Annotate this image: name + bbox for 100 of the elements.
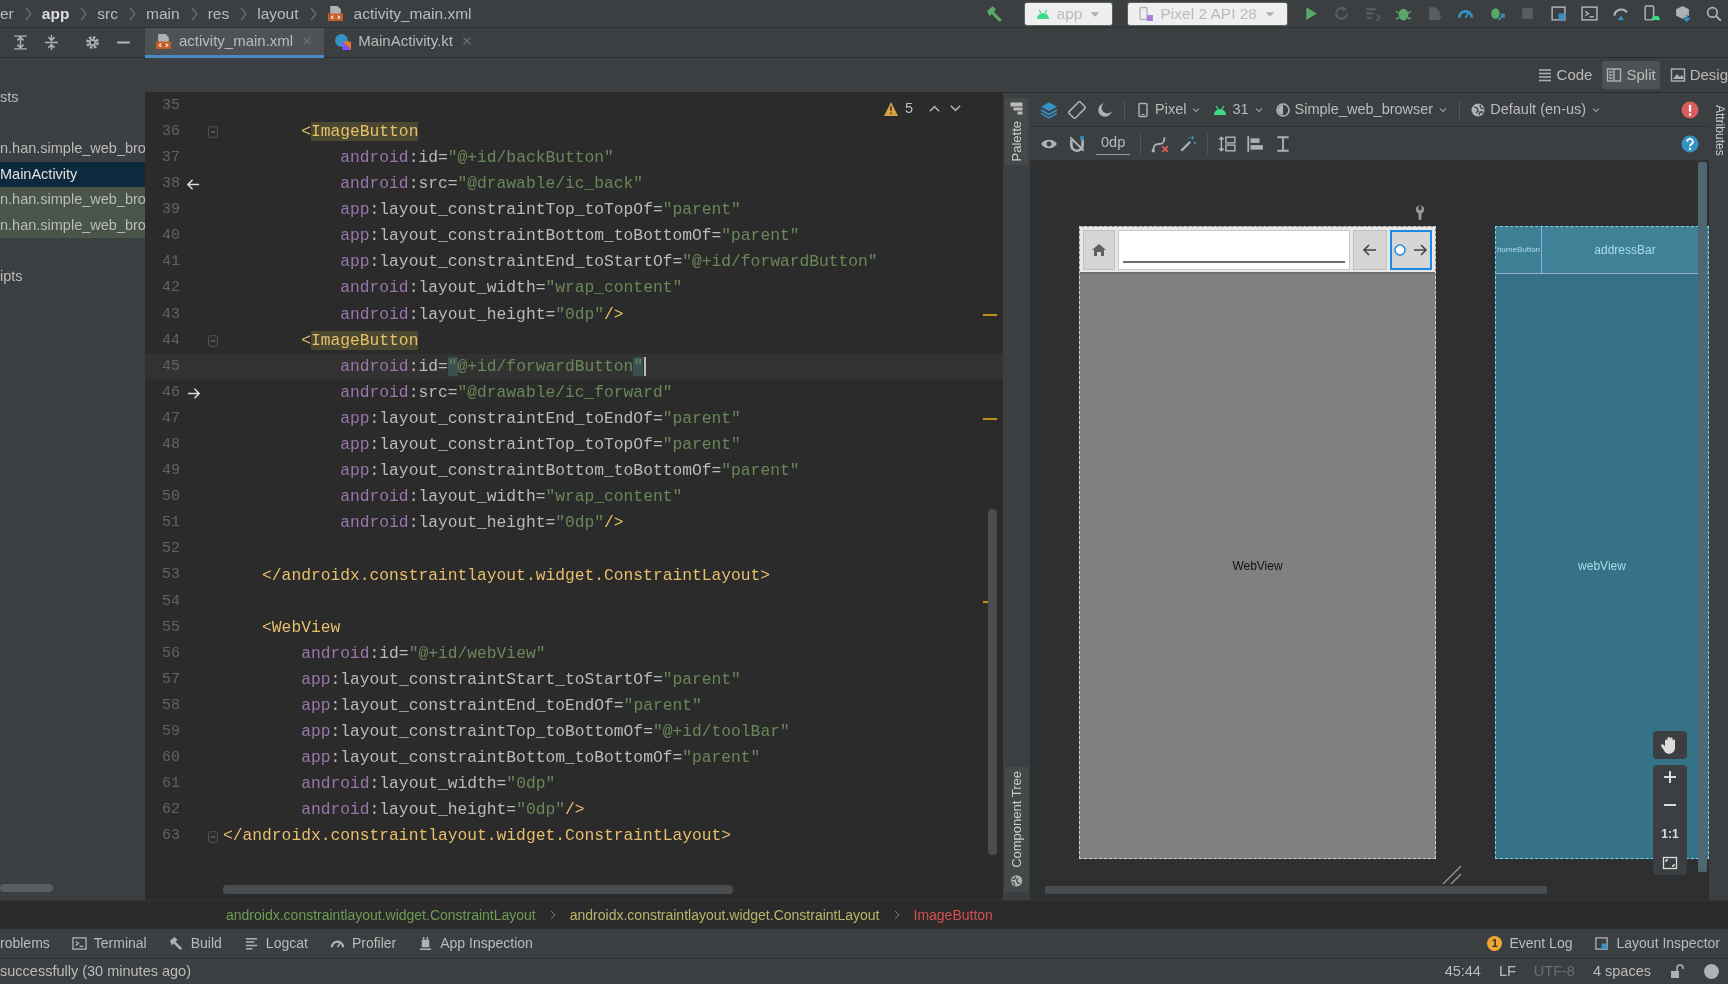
device-manager-icon[interactable]: [1643, 5, 1660, 22]
warning-stripe-mark[interactable]: [983, 418, 997, 421]
tool-window-button[interactable]: Logcat: [243, 933, 308, 954]
code-line: android:id="@+id/backButton": [339, 147, 614, 169]
path-crumb[interactable]: src: [97, 1, 119, 26]
view-mode-button[interactable]: Desig: [1665, 60, 1728, 90]
tool-window-button[interactable]: App Inspection: [418, 933, 533, 954]
sdk-icon[interactable]: [1674, 5, 1691, 22]
sync-icon[interactable]: [1612, 5, 1629, 22]
bug-arrow-icon[interactable]: [1488, 5, 1505, 22]
tree-item[interactable]: MainActivity: [0, 161, 145, 187]
web-view-label: WebView: [1232, 558, 1283, 575]
editor-tab[interactable]: MainActivity.kt: [324, 27, 484, 58]
pack-icon[interactable]: [1218, 134, 1237, 153]
xml-file-icon: [155, 32, 172, 50]
chevron-icon: [549, 910, 556, 920]
zoom-in-icon[interactable]: [1662, 769, 1678, 785]
status-item[interactable]: LF: [1498, 960, 1516, 983]
path-crumb[interactable]: activity_main.xml: [353, 1, 472, 26]
component-crumb[interactable]: androidx.constraintlayout.widget.ConstraintLayout: [569, 904, 880, 926]
line-number: 60: [161, 748, 180, 769]
tool-window-button[interactable]: Profiler: [329, 933, 397, 954]
path-crumb[interactable]: main: [146, 1, 180, 26]
error-icon[interactable]: [1681, 100, 1699, 119]
settings-icon[interactable]: [84, 34, 101, 51]
magnet-icon[interactable]: [1068, 134, 1086, 153]
status-item[interactable]: 4 spaces: [1592, 960, 1651, 983]
tree-item[interactable]: n.han.simple_web_bro: [0, 187, 145, 213]
api-level-dropdown[interactable]: 31: [1212, 98, 1265, 121]
address-field[interactable]: [1118, 229, 1350, 270]
search-icon[interactable]: [1705, 5, 1722, 22]
scrollbar[interactable]: [0, 884, 53, 892]
palette-tab[interactable]: Palette: [1004, 97, 1029, 166]
tree-item[interactable]: n.han.simple_web_bro: [0, 136, 145, 162]
path-crumb[interactable]: app: [41, 1, 70, 26]
path-crumb[interactable]: res: [207, 1, 230, 26]
component-crumb[interactable]: ImageButton: [913, 904, 993, 926]
forward-button[interactable]: [1390, 229, 1432, 270]
component-crumb[interactable]: androidx.constraintlayout.widget.ConstraintLayout: [226, 904, 536, 926]
line-number: 46: [161, 382, 180, 403]
status-circle-icon[interactable]: [1703, 963, 1720, 980]
warning-icon[interactable]: [882, 100, 899, 117]
line-number: 39: [161, 200, 180, 221]
status-message: successfully (30 minutes ago): [0, 961, 191, 981]
code-line: app:layout_constraintBottom_toBottomOf="parent": [339, 225, 800, 248]
split-mode-icon: [1606, 67, 1623, 83]
home-button[interactable]: [1083, 229, 1115, 270]
tree-item[interactable]: sts: [0, 85, 145, 111]
tree-item[interactable]: n.han.simple_web_bro: [0, 212, 145, 238]
night-mode-icon[interactable]: [1096, 100, 1114, 119]
component-tree-tab[interactable]: Component Tree: [1004, 767, 1029, 892]
editor-tab[interactable]: activity_main.xml: [145, 27, 325, 58]
lock-icon[interactable]: [1669, 963, 1685, 980]
blueprint-label: homeButton: [1496, 244, 1541, 256]
clear-constraints-icon[interactable]: [1151, 134, 1170, 153]
wand-icon[interactable]: [1179, 134, 1198, 153]
tree-item[interactable]: ipts: [0, 263, 145, 289]
scrollbar[interactable]: [988, 509, 997, 855]
scrollbar[interactable]: [223, 885, 733, 894]
resize-handle-icon[interactable]: [1442, 865, 1462, 885]
path-crumb[interactable]: er: [0, 1, 14, 26]
device-dropdown[interactable]: Pixel: [1135, 98, 1203, 121]
align-icon[interactable]: [1246, 134, 1265, 153]
view-mode-button[interactable]: Split: [1602, 60, 1660, 90]
code-line: android:layout_height="0dp"/>: [339, 512, 624, 535]
code-line: android:src="@drawable/ic_back": [339, 173, 644, 196]
layers-icon[interactable]: [1040, 100, 1058, 119]
tool-window-button[interactable]: roblems: [0, 933, 50, 954]
zoom-fit-icon[interactable]: [1662, 855, 1678, 871]
line-number: 63: [161, 826, 180, 847]
path-crumb[interactable]: layout: [257, 1, 299, 26]
view-mode-button[interactable]: Code: [1532, 60, 1597, 90]
scrollbar[interactable]: [1045, 886, 1547, 894]
zoom-reset-button[interactable]: 1:1: [1661, 825, 1679, 843]
layout-icon[interactable]: [1550, 5, 1567, 22]
attributes-tab[interactable]: Attributes: [1711, 105, 1728, 156]
constraint-handle-icon[interactable]: [1394, 243, 1406, 256]
theme-dropdown[interactable]: Simple_web_browser: [1274, 98, 1450, 121]
line-number: 52: [161, 539, 180, 560]
collapse-all-icon[interactable]: [43, 34, 60, 51]
back-button[interactable]: [1353, 229, 1387, 270]
status-item[interactable]: 45:44: [1444, 960, 1481, 983]
default-margin-field[interactable]: 0dp: [1096, 132, 1131, 155]
code-line: app:layout_constraintEnd_toEndOf="parent": [339, 407, 741, 430]
expand-all-icon[interactable]: [12, 34, 29, 51]
chevron-icon: [239, 6, 248, 21]
tool-window-button[interactable]: Layout Inspector: [1594, 933, 1720, 954]
warning-stripe-mark[interactable]: [983, 313, 997, 316]
terminal-icon[interactable]: [1581, 5, 1598, 22]
tool-window-button[interactable]: Terminal: [71, 933, 147, 954]
help-icon[interactable]: [1681, 134, 1699, 153]
rotate-icon[interactable]: [1068, 100, 1086, 119]
code-line: <ImageButton: [300, 120, 419, 143]
scrollbar[interactable]: [1698, 162, 1707, 872]
tool-window-button[interactable]: Build: [168, 933, 222, 954]
warning-count[interactable]: 5: [904, 98, 913, 120]
hammer-icon[interactable]: [985, 4, 1004, 23]
locale-dropdown[interactable]: Default (en-us): [1470, 98, 1603, 121]
tool-window-button[interactable]: 1 Event Log: [1487, 933, 1573, 954]
code-line: app:layout_constraintTop_toTopOf="parent": [339, 199, 741, 222]
